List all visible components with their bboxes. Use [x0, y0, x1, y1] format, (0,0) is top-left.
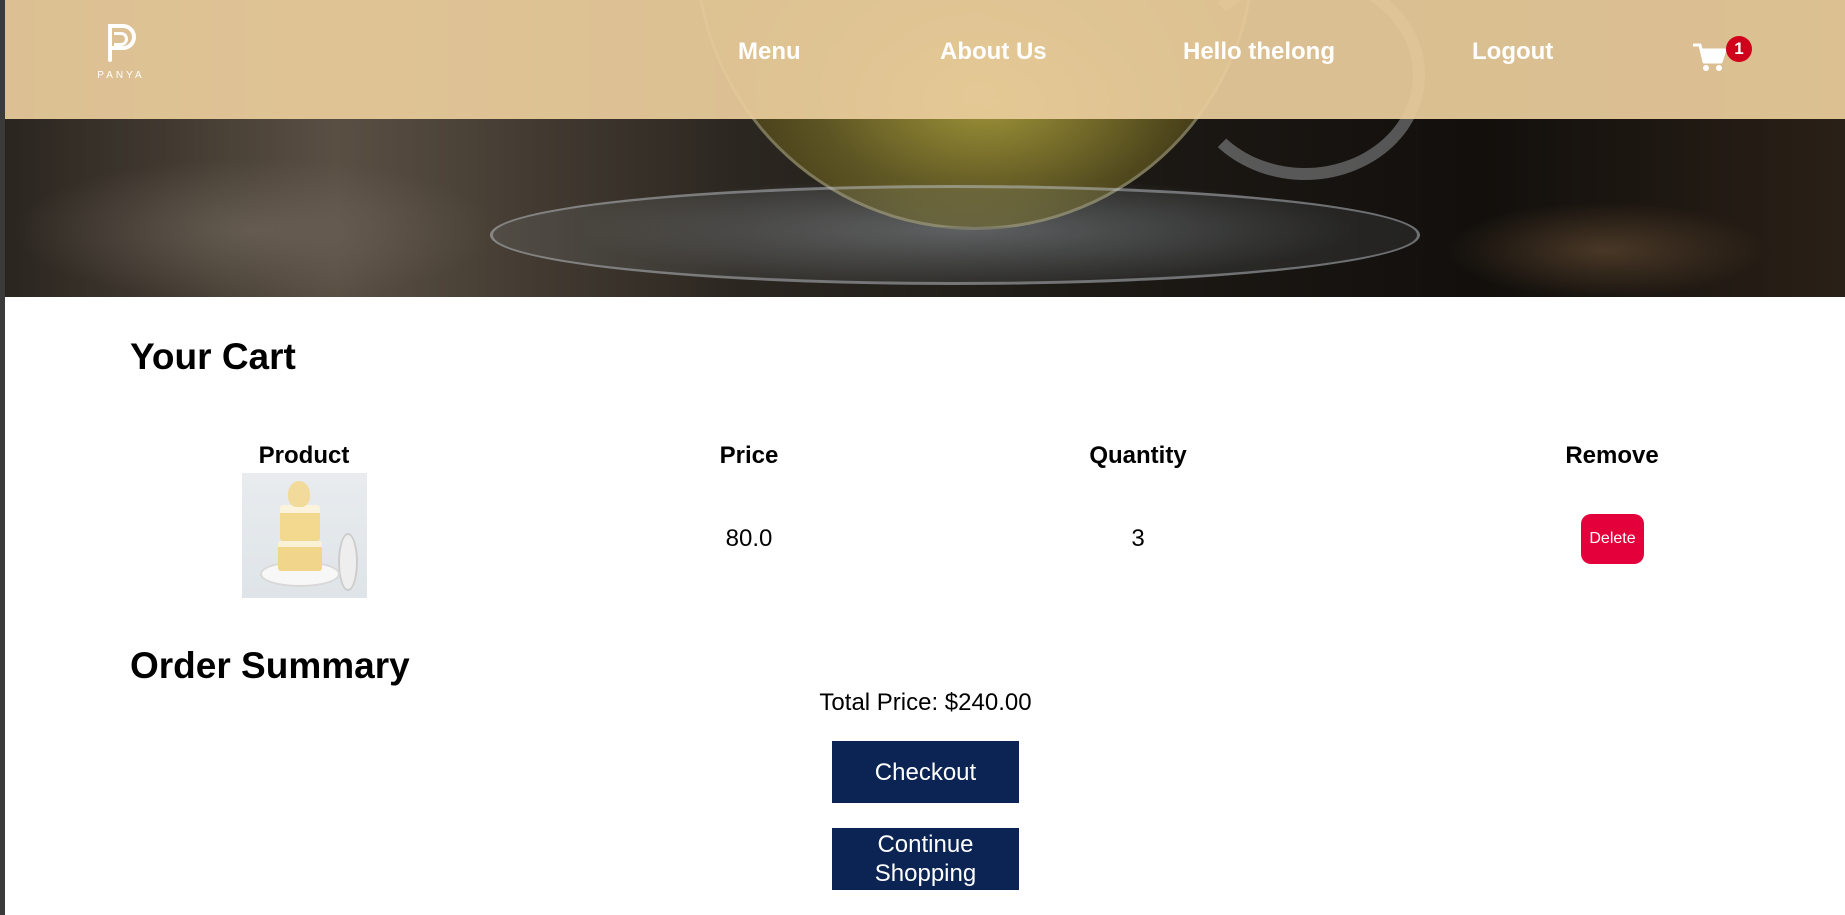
- continue-shopping-button[interactable]: Continue Shopping: [832, 828, 1019, 890]
- column-header-quantity: Quantity: [1089, 442, 1187, 469]
- column-header-remove: Remove: [1565, 442, 1659, 469]
- delete-button[interactable]: Delete: [1581, 514, 1644, 564]
- nav-logout-link[interactable]: Logout: [1472, 38, 1553, 66]
- column-header-price: Price: [719, 442, 779, 469]
- item-price: 80.0: [725, 525, 773, 552]
- cart-icon: [1693, 43, 1727, 71]
- column-header-product: Product: [258, 442, 350, 469]
- product-image: [242, 473, 367, 598]
- hero-saucer-image: [490, 185, 1420, 285]
- logo-icon: [104, 22, 138, 64]
- item-quantity: 3: [1131, 525, 1145, 552]
- nav-menu-link[interactable]: Menu: [738, 38, 801, 66]
- logo-text: PANYA: [97, 70, 145, 81]
- nav-about-link[interactable]: About Us: [940, 38, 1047, 66]
- order-summary-title: Order Summary: [130, 645, 410, 686]
- nav-greeting-link[interactable]: Hello thelong: [1183, 38, 1335, 66]
- checkout-button[interactable]: Checkout: [832, 741, 1019, 803]
- total-price: Total Price: $240.00: [819, 689, 1032, 716]
- cart-count-badge: 1: [1726, 36, 1752, 62]
- brand-logo[interactable]: PANYA: [91, 22, 151, 86]
- window-edge: [0, 0, 5, 915]
- cart-button[interactable]: 1: [1693, 36, 1753, 76]
- top-navbar: PANYA Menu About Us Hello thelong Logout…: [5, 0, 1845, 119]
- cart-title: Your Cart: [130, 336, 296, 377]
